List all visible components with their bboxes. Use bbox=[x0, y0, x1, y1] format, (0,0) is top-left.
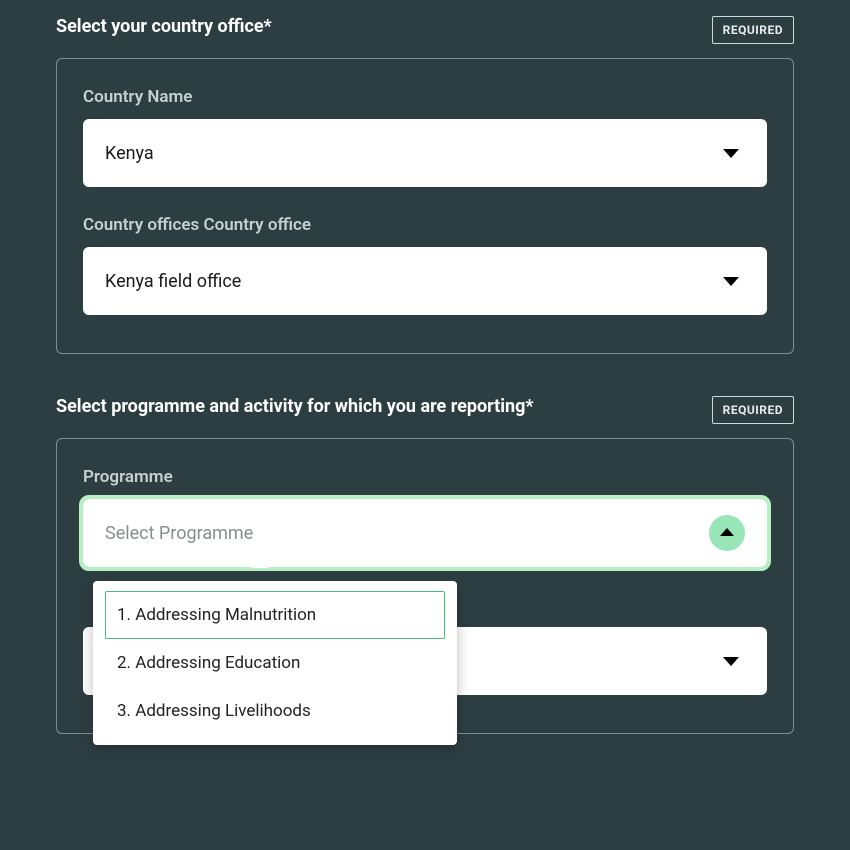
country-office-select[interactable]: Kenya field office bbox=[83, 247, 767, 315]
panel-programme: Programme Select Programme 1. Addressing… bbox=[56, 438, 794, 734]
field-programme: Programme Select Programme 1. Addressing… bbox=[83, 467, 767, 567]
programme-placeholder: Select Programme bbox=[105, 523, 709, 544]
country-office-label: Country offices Country office bbox=[83, 215, 767, 235]
chevron-up-icon bbox=[709, 515, 745, 551]
field-country-name: Country Name Kenya bbox=[83, 87, 767, 187]
section-country-office: Select your country office* REQUIRED Cou… bbox=[56, 16, 794, 354]
field-country-office: Country offices Country office Kenya fie… bbox=[83, 215, 767, 315]
programme-label: Programme bbox=[83, 467, 767, 487]
programme-option[interactable]: 2. Addressing Education bbox=[105, 639, 445, 687]
country-office-value: Kenya field office bbox=[105, 271, 723, 292]
country-name-label: Country Name bbox=[83, 87, 767, 107]
section-programme-activity: Select programme and activity for which … bbox=[56, 396, 794, 734]
chevron-down-icon bbox=[723, 657, 739, 666]
chevron-down-icon bbox=[723, 149, 739, 158]
dropdown-pointer-icon bbox=[251, 559, 269, 568]
programme-option[interactable]: 1. Addressing Malnutrition bbox=[105, 591, 445, 639]
programme-dropdown-menu: 1. Addressing Malnutrition 2. Addressing… bbox=[93, 581, 457, 745]
programme-select[interactable]: Select Programme bbox=[83, 499, 767, 567]
section-header: Select programme and activity for which … bbox=[56, 396, 794, 424]
required-badge: REQUIRED bbox=[712, 396, 794, 424]
panel-country-office: Country Name Kenya Country offices Count… bbox=[56, 58, 794, 354]
country-name-select[interactable]: Kenya bbox=[83, 119, 767, 187]
section-header: Select your country office* REQUIRED bbox=[56, 16, 794, 44]
chevron-down-icon bbox=[723, 277, 739, 286]
section-title: Select your country office* bbox=[56, 16, 272, 37]
country-name-value: Kenya bbox=[105, 143, 723, 164]
required-badge: REQUIRED bbox=[712, 16, 794, 44]
section-title: Select programme and activity for which … bbox=[56, 396, 534, 417]
programme-option[interactable]: 3. Addressing Livelihoods bbox=[105, 687, 445, 735]
